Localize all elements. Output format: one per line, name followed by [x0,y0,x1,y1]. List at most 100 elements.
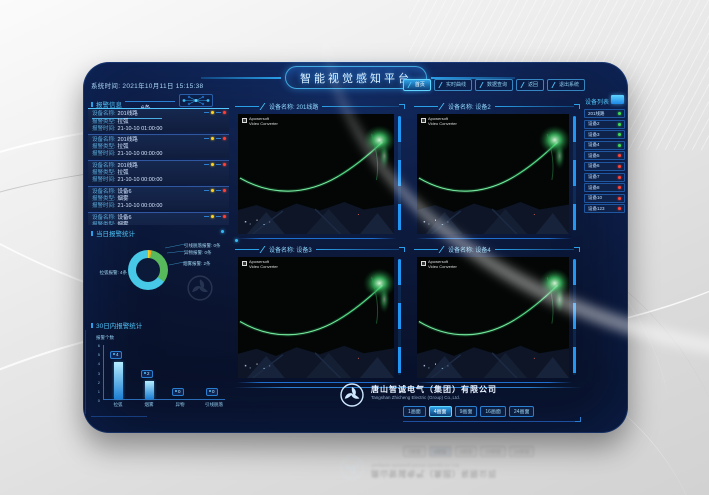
watermark-logo-icon [421,261,426,266]
footer-decor-line [403,421,581,422]
alarm-dot-icon [223,189,226,192]
video-feed[interactable]: ApowersoftVideo Converter [238,257,394,378]
alarm-dot-icon [223,215,226,218]
warning-dot-icon [211,111,214,114]
view-16-button[interactable]: 16画面 [480,406,506,417]
status-dot [618,197,621,200]
device-list: 201线路 设备2 设备3 设备4 设备5 设备6 设备7 设备8 设备10 设… [584,109,625,213]
device-list-item[interactable]: 设备6 [584,162,625,171]
video-scrollbar[interactable] [398,116,401,231]
alarm-status-dots [204,111,226,114]
decor-corner-line [91,416,147,417]
bar-chart-plot: 4拉弧2烟雾0异物0引线脱落 [103,345,225,400]
device-list-item[interactable]: 设备3 [584,130,625,139]
alarm-dot-icon [223,111,226,114]
video-feed[interactable]: ApowersoftVideo Converter [417,257,569,378]
video-panel-header: 设备名称: 201线路 [235,100,405,112]
video-panel-3[interactable]: 设备名称: 设备3 ApowersoftVideo Converter [233,243,407,385]
decor-bracket [399,104,405,109]
alarm-card[interactable]: 设备名称:设备6 报警类型:烟雾 报警时间:21-10-10 00:00:00 [88,186,229,210]
device-list-title: 设备列表 [585,97,609,106]
nav-exit-button[interactable]: 退出系统 [547,79,585,91]
decor-bracket [574,247,580,252]
donut-hole [136,258,160,282]
bar-chart-yticks: 0123456 [92,343,101,402]
company-logo [339,382,365,408]
video-feed[interactable]: ApowersoftVideo Converter [417,114,569,234]
network-topology-icon [179,94,213,107]
device-list-item[interactable]: 201线路 [584,109,625,118]
view-9-button[interactable]: 9画面 [455,406,478,417]
donut-label-lahu: 拉弧报警: 4条 [85,270,127,276]
status-dot [618,154,621,157]
alarm-decor-line [125,101,175,102]
nav-home-button[interactable]: 首页 [403,79,431,91]
watermark: ApowersoftVideo Converter [421,260,457,269]
alarm-card[interactable]: 设备名称:设备6 报警类型:烟雾 报警时间:21-10-10 00:00:00 [88,212,229,225]
donut-label-yanwu: 烟雾报警: 2条 [183,261,211,267]
decor-line [495,249,574,250]
video-device-name: 设备名称: 设备3 [269,245,312,254]
decor-line [235,249,259,250]
slash-icon [260,246,269,253]
status-dot [618,207,621,210]
page-title: 智能视觉感知平台 [300,70,412,86]
alarm-status-dots [204,137,226,140]
top-nav: 首页 实时曲线 数据查询 返回 退出系统 [403,79,585,91]
decor-bracket [399,247,405,252]
video-panel-2[interactable]: 设备名称: 设备2 ApowersoftVideo Converter [412,100,582,241]
status-dot [618,186,621,189]
logo-watermark [186,274,214,302]
device-list-item[interactable]: 设备2 [584,120,625,129]
view-1-button[interactable]: 1画面 [403,406,426,417]
alarm-card[interactable]: 设备名称:201线路 报警类型:拉弧 报警时间:21-10-10 00:00:0… [88,134,229,158]
video-panel-1[interactable]: 设备名称: 201线路 ApowersoftVideo Converter [233,100,407,241]
video-scrollbar[interactable] [398,259,401,375]
watermark-logo-icon [242,261,247,266]
watermark-logo-icon [421,118,426,123]
alarm-status-dots [204,163,226,166]
company-name-en: Tangshan Zhicheng Electric (Group) Co.,L… [371,395,460,400]
nav-data-query-button[interactable]: 数据查询 [475,79,513,91]
watermark: ApowersoftVideo Converter [242,117,278,126]
video-feed[interactable]: ApowersoftVideo Converter [238,114,394,234]
alarm-card[interactable]: 设备名称:201线路 报警类型:拉弧 报警时间:21-10-10 01:00:0… [88,108,229,132]
decor-line [414,249,438,250]
video-panel-header: 设备名称: 设备3 [235,243,405,255]
donut-label-yiwu: 异物报警: 0条 [184,250,212,256]
device-list-item[interactable]: 设备4 [584,141,625,150]
bar-chart-ylabel: 报警个数 [96,335,114,341]
slash-icon [551,82,557,88]
video-panel-header: 设备名称: 设备2 [414,100,580,112]
panel-reflection: 唐山智诚电气（集团）有限公司 Tangshan Zhicheng Electri… [83,437,628,483]
device-list-item[interactable]: 设备10 [584,194,625,203]
status-dot [618,123,621,126]
decor-dot [221,230,224,233]
device-list-item[interactable]: 设备123 [584,204,625,213]
video-scrollbar[interactable] [573,116,576,231]
dashboard-panel: 系统时间: 2021年10月11日 15:15:38 智能视觉感知平台 首页 实… [83,62,628,433]
video-scrollbar[interactable] [573,259,576,375]
company-name-cn: 唐山智诚电气（集团）有限公司 [371,384,497,395]
video-panel-4[interactable]: 设备名称: 设备4 ApowersoftVideo Converter [412,243,582,385]
decor-line [495,106,574,107]
alarm-status-dots [204,189,226,192]
decor-line [414,106,438,107]
status-dot [618,176,621,179]
nav-realtime-curve-button[interactable]: 实时曲线 [434,79,472,91]
view-24-button[interactable]: 24画面 [509,406,535,417]
nav-back-button[interactable]: 返回 [516,79,544,91]
slash-icon [520,82,526,88]
video-panel-header: 设备名称: 设备4 [414,243,580,255]
view-layout-buttons: 1画面 4画面 9画面 16画面 24画面 [403,406,534,417]
view-4-button[interactable]: 4画面 [429,406,452,417]
status-dot [618,165,621,168]
alarm-card[interactable]: 设备名称:201线路 报警类型:拉弧 报警时间:21-10-10 00:00:0… [88,160,229,184]
video-device-name: 设备名称: 201线路 [269,102,318,111]
device-list-item[interactable]: 设备7 [584,173,625,182]
device-list-item[interactable]: 设备8 [584,183,625,192]
title-decor-line-left [201,77,281,79]
device-list-item[interactable]: 设备5 [584,151,625,160]
decor-line [322,106,399,107]
device-list-tab[interactable] [611,95,624,104]
